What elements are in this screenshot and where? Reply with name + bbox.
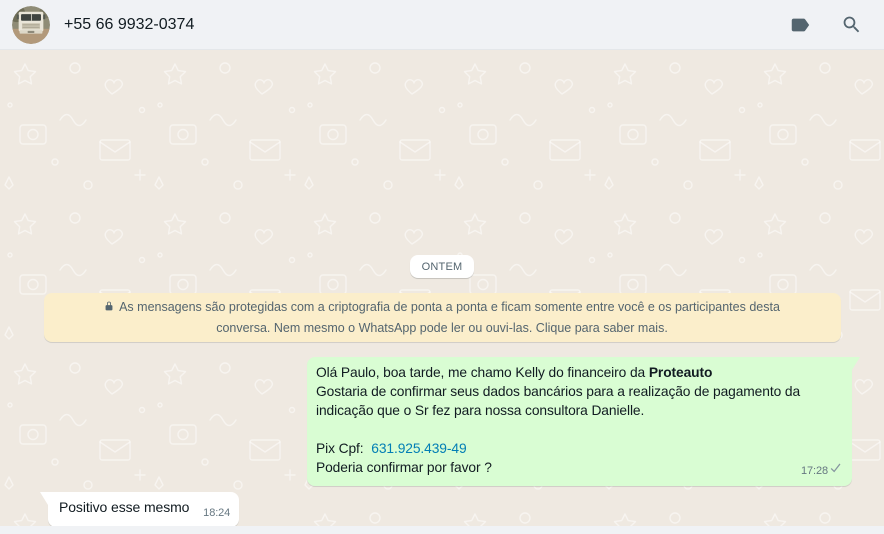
lock-icon — [104, 298, 114, 318]
compose-bar — [0, 526, 884, 534]
message-line: Gostaria de confirmar seus dados bancári… — [316, 382, 843, 420]
pix-label: Pix Cpf: — [316, 441, 364, 456]
bubble-tail-in — [40, 492, 48, 505]
message-text: Olá Paulo, boa tarde, me chamo Kelly do … — [316, 365, 645, 380]
message-text-bold: Proteauto — [649, 365, 713, 380]
contact-phone-number[interactable]: +55 66 9932-0374 — [64, 16, 775, 34]
paragraph-gap — [316, 420, 843, 439]
avatar[interactable] — [12, 6, 50, 44]
chat-area: ONTEM As mensagens são protegidas com a … — [0, 50, 884, 526]
message-outgoing[interactable]: Olá Paulo, boa tarde, me chamo Kelly do … — [307, 357, 852, 486]
label-icon[interactable] — [789, 14, 811, 36]
whatsapp-chat-window: +55 66 9932-0374 — [0, 0, 884, 534]
date-divider: ONTEM — [410, 255, 475, 278]
single-check-icon — [830, 461, 845, 482]
message-line: Pix Cpf: 631.925.439-49 — [316, 439, 843, 458]
bubble-tail-out — [852, 357, 860, 370]
search-icon[interactable] — [841, 14, 862, 35]
header-actions — [789, 14, 862, 36]
message-time: 17:28 — [801, 462, 828, 481]
message-line: Olá Paulo, boa tarde, me chamo Kelly do … — [316, 363, 843, 382]
encryption-notice[interactable]: As mensagens são protegidas com a cripto… — [44, 293, 841, 342]
pix-cpf-link[interactable]: 631.925.439-49 — [371, 441, 466, 456]
truck-avatar-image — [12, 6, 50, 44]
message-line: Poderia confirmar por favor ? — [316, 458, 843, 477]
message-meta: 17:28 — [801, 461, 845, 482]
chat-header: +55 66 9932-0374 — [0, 0, 884, 50]
message-text: Positivo esse mesmo — [59, 499, 189, 515]
encryption-notice-text: As mensagens são protegidas com a cripto… — [119, 300, 780, 335]
message-list: ONTEM As mensagens são protegidas com a … — [0, 255, 884, 526]
message-time: 18:24 — [203, 507, 230, 519]
message-incoming[interactable]: Positivo esse mesmo 18:24 — [48, 492, 239, 526]
